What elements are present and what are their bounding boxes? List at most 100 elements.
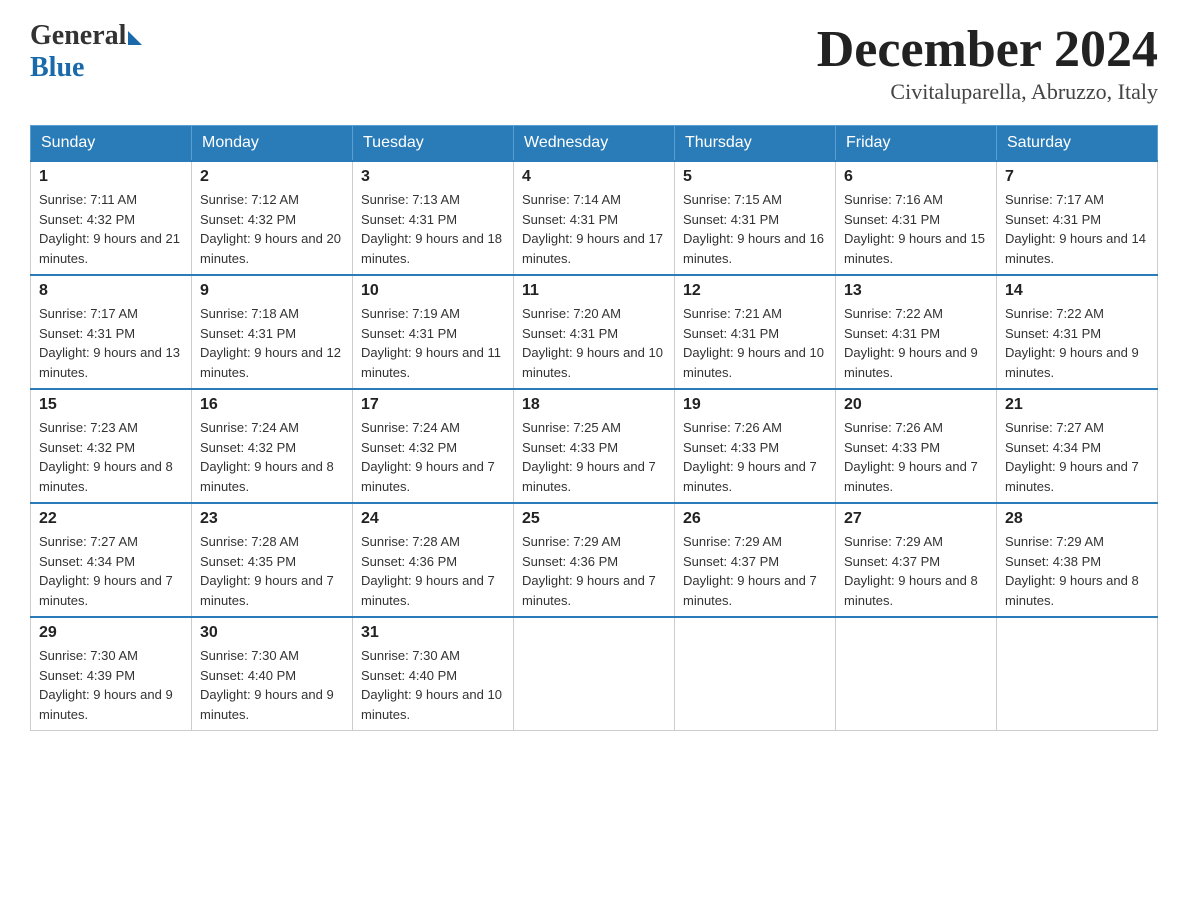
calendar-cell	[836, 617, 997, 731]
day-info: Sunrise: 7:13 AMSunset: 4:31 PMDaylight:…	[361, 192, 502, 266]
calendar-cell: 29 Sunrise: 7:30 AMSunset: 4:39 PMDaylig…	[31, 617, 192, 731]
page-header: General Blue December 2024 Civitaluparel…	[30, 20, 1158, 105]
day-header-friday: Friday	[836, 126, 997, 162]
day-number: 18	[522, 396, 666, 414]
day-number: 12	[683, 282, 827, 300]
day-info: Sunrise: 7:24 AMSunset: 4:32 PMDaylight:…	[200, 420, 334, 494]
day-number: 29	[39, 624, 183, 642]
calendar-cell: 3 Sunrise: 7:13 AMSunset: 4:31 PMDayligh…	[353, 161, 514, 275]
day-number: 19	[683, 396, 827, 414]
week-row-3: 15 Sunrise: 7:23 AMSunset: 4:32 PMDaylig…	[31, 389, 1158, 503]
calendar-cell: 27 Sunrise: 7:29 AMSunset: 4:37 PMDaylig…	[836, 503, 997, 617]
calendar-cell: 14 Sunrise: 7:22 AMSunset: 4:31 PMDaylig…	[997, 275, 1158, 389]
day-number: 30	[200, 624, 344, 642]
title-section: December 2024 Civitaluparella, Abruzzo, …	[817, 20, 1158, 105]
day-number: 20	[844, 396, 988, 414]
calendar-cell	[675, 617, 836, 731]
day-number: 13	[844, 282, 988, 300]
location-text: Civitaluparella, Abruzzo, Italy	[817, 79, 1158, 105]
day-info: Sunrise: 7:26 AMSunset: 4:33 PMDaylight:…	[844, 420, 978, 494]
day-info: Sunrise: 7:19 AMSunset: 4:31 PMDaylight:…	[361, 306, 501, 380]
calendar-cell: 28 Sunrise: 7:29 AMSunset: 4:38 PMDaylig…	[997, 503, 1158, 617]
logo: General Blue	[30, 20, 142, 84]
calendar-cell	[997, 617, 1158, 731]
day-number: 16	[200, 396, 344, 414]
day-info: Sunrise: 7:22 AMSunset: 4:31 PMDaylight:…	[844, 306, 978, 380]
calendar-cell: 10 Sunrise: 7:19 AMSunset: 4:31 PMDaylig…	[353, 275, 514, 389]
day-number: 7	[1005, 168, 1149, 186]
calendar-cell: 8 Sunrise: 7:17 AMSunset: 4:31 PMDayligh…	[31, 275, 192, 389]
day-info: Sunrise: 7:24 AMSunset: 4:32 PMDaylight:…	[361, 420, 495, 494]
week-row-2: 8 Sunrise: 7:17 AMSunset: 4:31 PMDayligh…	[31, 275, 1158, 389]
day-info: Sunrise: 7:18 AMSunset: 4:31 PMDaylight:…	[200, 306, 341, 380]
day-number: 25	[522, 510, 666, 528]
day-number: 2	[200, 168, 344, 186]
day-number: 21	[1005, 396, 1149, 414]
day-number: 31	[361, 624, 505, 642]
day-number: 23	[200, 510, 344, 528]
calendar-cell: 30 Sunrise: 7:30 AMSunset: 4:40 PMDaylig…	[192, 617, 353, 731]
day-header-thursday: Thursday	[675, 126, 836, 162]
calendar-header-row: SundayMondayTuesdayWednesdayThursdayFrid…	[31, 126, 1158, 162]
calendar-table: SundayMondayTuesdayWednesdayThursdayFrid…	[30, 125, 1158, 731]
day-header-sunday: Sunday	[31, 126, 192, 162]
calendar-cell: 25 Sunrise: 7:29 AMSunset: 4:36 PMDaylig…	[514, 503, 675, 617]
calendar-cell: 12 Sunrise: 7:21 AMSunset: 4:31 PMDaylig…	[675, 275, 836, 389]
calendar-cell: 23 Sunrise: 7:28 AMSunset: 4:35 PMDaylig…	[192, 503, 353, 617]
month-title: December 2024	[817, 20, 1158, 79]
day-number: 9	[200, 282, 344, 300]
calendar-cell: 31 Sunrise: 7:30 AMSunset: 4:40 PMDaylig…	[353, 617, 514, 731]
day-info: Sunrise: 7:21 AMSunset: 4:31 PMDaylight:…	[683, 306, 824, 380]
day-header-wednesday: Wednesday	[514, 126, 675, 162]
day-info: Sunrise: 7:30 AMSunset: 4:40 PMDaylight:…	[200, 648, 334, 722]
calendar-cell: 6 Sunrise: 7:16 AMSunset: 4:31 PMDayligh…	[836, 161, 997, 275]
day-info: Sunrise: 7:26 AMSunset: 4:33 PMDaylight:…	[683, 420, 817, 494]
day-info: Sunrise: 7:27 AMSunset: 4:34 PMDaylight:…	[39, 534, 173, 608]
day-number: 4	[522, 168, 666, 186]
calendar-cell: 1 Sunrise: 7:11 AMSunset: 4:32 PMDayligh…	[31, 161, 192, 275]
day-number: 5	[683, 168, 827, 186]
day-number: 14	[1005, 282, 1149, 300]
week-row-1: 1 Sunrise: 7:11 AMSunset: 4:32 PMDayligh…	[31, 161, 1158, 275]
calendar-cell: 16 Sunrise: 7:24 AMSunset: 4:32 PMDaylig…	[192, 389, 353, 503]
calendar-cell: 11 Sunrise: 7:20 AMSunset: 4:31 PMDaylig…	[514, 275, 675, 389]
calendar-cell: 24 Sunrise: 7:28 AMSunset: 4:36 PMDaylig…	[353, 503, 514, 617]
day-number: 1	[39, 168, 183, 186]
day-number: 17	[361, 396, 505, 414]
calendar-cell: 21 Sunrise: 7:27 AMSunset: 4:34 PMDaylig…	[997, 389, 1158, 503]
logo-arrow-icon	[128, 31, 142, 45]
day-info: Sunrise: 7:29 AMSunset: 4:37 PMDaylight:…	[844, 534, 978, 608]
day-info: Sunrise: 7:14 AMSunset: 4:31 PMDaylight:…	[522, 192, 663, 266]
week-row-4: 22 Sunrise: 7:27 AMSunset: 4:34 PMDaylig…	[31, 503, 1158, 617]
day-header-tuesday: Tuesday	[353, 126, 514, 162]
calendar-cell: 17 Sunrise: 7:24 AMSunset: 4:32 PMDaylig…	[353, 389, 514, 503]
calendar-cell: 9 Sunrise: 7:18 AMSunset: 4:31 PMDayligh…	[192, 275, 353, 389]
calendar-cell: 4 Sunrise: 7:14 AMSunset: 4:31 PMDayligh…	[514, 161, 675, 275]
day-number: 11	[522, 282, 666, 300]
day-info: Sunrise: 7:30 AMSunset: 4:40 PMDaylight:…	[361, 648, 502, 722]
day-info: Sunrise: 7:27 AMSunset: 4:34 PMDaylight:…	[1005, 420, 1139, 494]
day-info: Sunrise: 7:20 AMSunset: 4:31 PMDaylight:…	[522, 306, 663, 380]
day-info: Sunrise: 7:29 AMSunset: 4:36 PMDaylight:…	[522, 534, 656, 608]
calendar-cell: 7 Sunrise: 7:17 AMSunset: 4:31 PMDayligh…	[997, 161, 1158, 275]
day-info: Sunrise: 7:30 AMSunset: 4:39 PMDaylight:…	[39, 648, 173, 722]
day-info: Sunrise: 7:29 AMSunset: 4:38 PMDaylight:…	[1005, 534, 1139, 608]
calendar-cell: 22 Sunrise: 7:27 AMSunset: 4:34 PMDaylig…	[31, 503, 192, 617]
day-number: 27	[844, 510, 988, 528]
day-number: 3	[361, 168, 505, 186]
calendar-cell: 19 Sunrise: 7:26 AMSunset: 4:33 PMDaylig…	[675, 389, 836, 503]
day-info: Sunrise: 7:28 AMSunset: 4:36 PMDaylight:…	[361, 534, 495, 608]
week-row-5: 29 Sunrise: 7:30 AMSunset: 4:39 PMDaylig…	[31, 617, 1158, 731]
calendar-cell: 5 Sunrise: 7:15 AMSunset: 4:31 PMDayligh…	[675, 161, 836, 275]
day-number: 26	[683, 510, 827, 528]
day-info: Sunrise: 7:17 AMSunset: 4:31 PMDaylight:…	[1005, 192, 1146, 266]
day-info: Sunrise: 7:11 AMSunset: 4:32 PMDaylight:…	[39, 192, 180, 266]
logo-blue-text: Blue	[30, 52, 84, 84]
day-number: 8	[39, 282, 183, 300]
calendar-cell: 20 Sunrise: 7:26 AMSunset: 4:33 PMDaylig…	[836, 389, 997, 503]
day-number: 15	[39, 396, 183, 414]
calendar-cell: 2 Sunrise: 7:12 AMSunset: 4:32 PMDayligh…	[192, 161, 353, 275]
day-info: Sunrise: 7:23 AMSunset: 4:32 PMDaylight:…	[39, 420, 173, 494]
calendar-cell: 26 Sunrise: 7:29 AMSunset: 4:37 PMDaylig…	[675, 503, 836, 617]
day-number: 6	[844, 168, 988, 186]
